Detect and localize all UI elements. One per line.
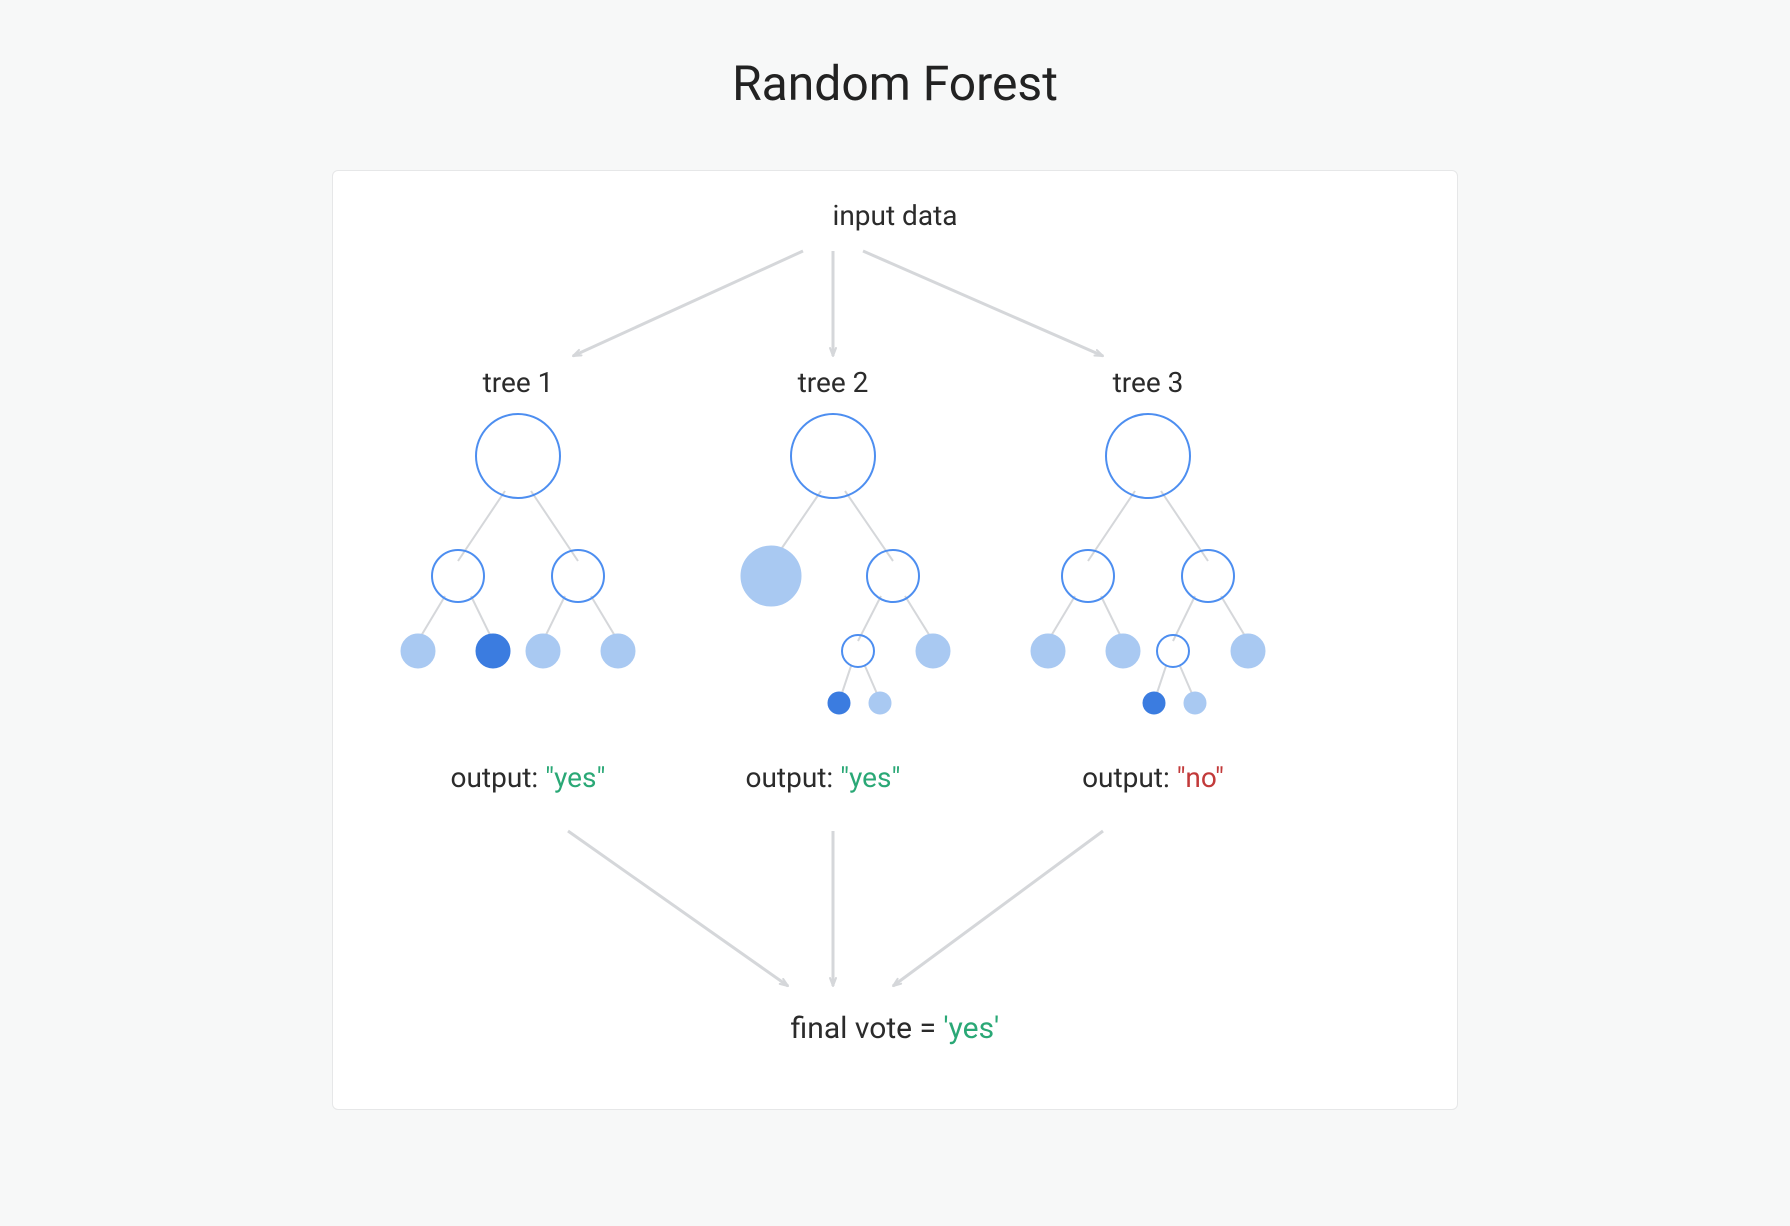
tree1-node-R	[552, 550, 604, 602]
tree3-node-R	[1182, 550, 1234, 602]
tree2-leaf-RLR	[869, 692, 891, 714]
diagram-card: input data tree 1 tree 2 tree 3 output: …	[332, 170, 1458, 1110]
tree-1	[401, 414, 635, 668]
tree1-node-L	[432, 550, 484, 602]
tree-2	[741, 414, 950, 714]
tree2-root-node	[791, 414, 875, 498]
tree-3	[1031, 414, 1265, 714]
tree2-leaf-RR	[916, 634, 950, 668]
page: Random Forest input data tree 1 tree 2 t…	[0, 0, 1790, 1226]
tree3-root-node	[1106, 414, 1190, 498]
tree-3-edges	[1048, 491, 1248, 696]
output-arrows	[568, 831, 1103, 986]
tree3-leaf-RR	[1231, 634, 1265, 668]
tree2-node-R	[867, 550, 919, 602]
diagram-title: Random Forest	[0, 55, 1790, 112]
arrow-tree3-to-final	[893, 831, 1103, 986]
arrow-input-to-tree3	[863, 251, 1103, 356]
tree1-leaf-RR	[601, 634, 635, 668]
tree1-leaf-LL	[401, 634, 435, 668]
tree3-leaf-RLR	[1184, 692, 1206, 714]
diagram-svg	[333, 171, 1459, 1111]
arrow-input-to-tree1	[573, 251, 803, 356]
tree3-node-L	[1062, 550, 1114, 602]
tree2-leaf-RLL	[828, 692, 850, 714]
tree1-root-node	[476, 414, 560, 498]
tree3-leaf-LL	[1031, 634, 1065, 668]
tree3-leaf-RLL	[1143, 692, 1165, 714]
tree1-leaf-LR	[476, 634, 510, 668]
tree1-leaf-RL	[526, 634, 560, 668]
tree3-leaf-LR	[1106, 634, 1140, 668]
tree-1-edges	[418, 491, 618, 641]
tree2-node-L	[741, 546, 801, 606]
arrow-tree1-to-final	[568, 831, 788, 986]
input-arrows	[573, 251, 1103, 356]
